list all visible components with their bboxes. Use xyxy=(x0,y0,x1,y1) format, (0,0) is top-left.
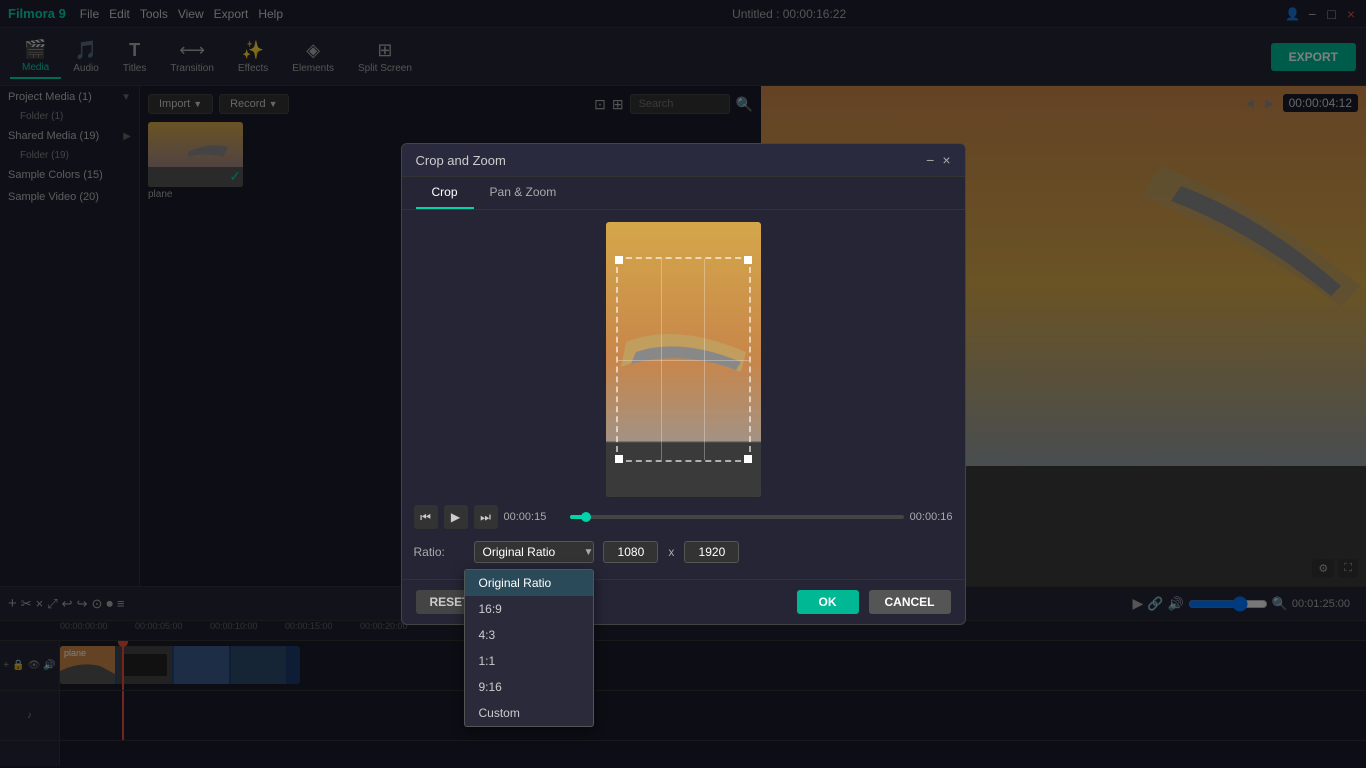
ratio-dropdown: Original Ratio 16:9 4:3 1:1 9:16 Custom xyxy=(464,569,594,727)
ratio-label: Ratio: xyxy=(414,545,464,559)
dialog-minimize-btn[interactable]: − xyxy=(926,152,934,168)
dropdown-item-1-1[interactable]: 1:1 xyxy=(465,648,593,674)
dropdown-item-custom[interactable]: Custom xyxy=(465,700,593,726)
size-separator: x xyxy=(668,545,674,559)
width-input[interactable] xyxy=(603,541,658,563)
tab-pan-zoom[interactable]: Pan & Zoom xyxy=(474,177,573,209)
cancel-button[interactable]: CANCEL xyxy=(869,590,951,614)
playback-end-time: 00:00:16 xyxy=(910,511,953,523)
crop-preview-canvas xyxy=(606,222,761,497)
ratio-select[interactable]: Original Ratio16:94:31:19:16Custom xyxy=(474,541,594,563)
forward-btn[interactable]: ⏭ xyxy=(474,505,498,529)
tab-crop[interactable]: Crop xyxy=(416,177,474,209)
dialog-title: Crop and Zoom xyxy=(416,153,506,168)
crop-overlay[interactable] xyxy=(616,257,751,462)
height-input[interactable] xyxy=(684,541,739,563)
dialog-close-btn[interactable]: × xyxy=(942,152,950,168)
dialog-overlay: Crop and Zoom − × Crop Pan & Zoom xyxy=(0,0,1366,768)
dropdown-item-9-16[interactable]: 9:16 xyxy=(465,674,593,700)
playback-progress-bar[interactable] xyxy=(570,515,904,519)
dropdown-item-16-9[interactable]: 16:9 xyxy=(465,596,593,622)
playback-current-time: 00:00:15 xyxy=(504,511,564,523)
dropdown-item-original[interactable]: Original Ratio xyxy=(465,570,593,596)
ok-button[interactable]: OK xyxy=(797,590,859,614)
crop-zoom-dialog: Crop and Zoom − × Crop Pan & Zoom xyxy=(401,143,966,625)
play-btn[interactable]: ▶ xyxy=(444,505,468,529)
rewind-btn[interactable]: ⏮ xyxy=(414,505,438,529)
dropdown-item-4-3[interactable]: 4:3 xyxy=(465,622,593,648)
